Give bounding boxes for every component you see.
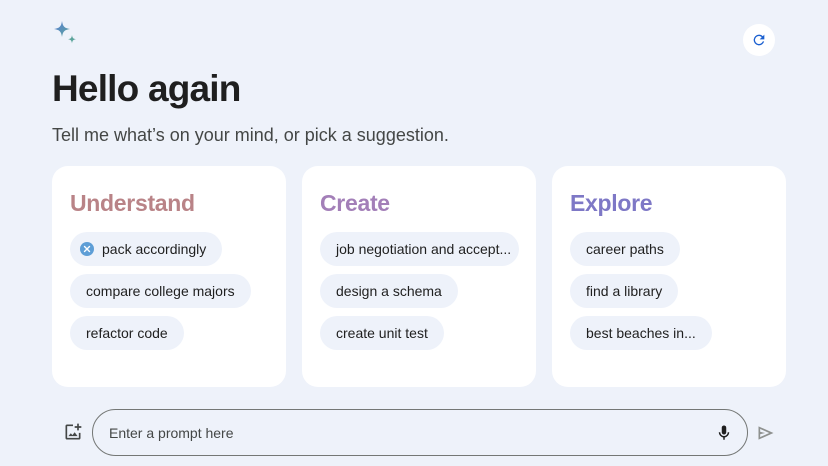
chip-label: job negotiation and accept...: [336, 241, 512, 257]
suggestion-chip[interactable]: job negotiation and accept...: [320, 232, 519, 266]
sparkle-icon: [52, 20, 80, 48]
card-title: Understand: [70, 190, 195, 216]
chip-label: design a schema: [336, 283, 442, 299]
greeting-subtitle: Tell me what’s on your mind, or pick a s…: [52, 125, 449, 145]
microphone-icon: [718, 425, 730, 440]
card-create: Create job negotiation and accept... des…: [302, 166, 536, 387]
send-icon: [758, 426, 774, 440]
suggestion-chip[interactable]: design a schema: [320, 274, 458, 308]
add-image-button[interactable]: [62, 421, 84, 443]
suggestion-chip[interactable]: create unit test: [320, 316, 444, 350]
refresh-button[interactable]: [743, 24, 775, 56]
suggestion-chip[interactable]: career paths: [570, 232, 680, 266]
greeting-title: Hello again: [52, 68, 241, 109]
suggestion-chip[interactable]: pack accordingly: [70, 232, 223, 266]
suggestion-chip[interactable]: best beaches in...: [570, 316, 712, 350]
microphone-button[interactable]: [713, 422, 735, 444]
chip-label: pack accordingly: [102, 241, 207, 257]
add-image-icon: [65, 423, 82, 440]
send-button[interactable]: [755, 422, 777, 444]
chip-label: compare college majors: [86, 283, 235, 299]
close-icon[interactable]: [80, 242, 94, 256]
prompt-bar: [52, 409, 782, 456]
prompt-input[interactable]: [109, 410, 689, 455]
chip-label: create unit test: [336, 325, 428, 341]
suggestion-cards: Understand pack accordingly compare coll…: [52, 166, 786, 387]
card-title: Create: [320, 190, 390, 216]
chip-label: find a library: [586, 283, 663, 299]
chip-label: career paths: [586, 241, 664, 257]
card-understand: Understand pack accordingly compare coll…: [52, 166, 286, 387]
prompt-box: [92, 409, 748, 456]
card-title: Explore: [570, 190, 653, 216]
refresh-icon: [753, 34, 765, 46]
chip-label: best beaches in...: [586, 325, 696, 341]
chip-label: refactor code: [86, 325, 168, 341]
suggestion-chip[interactable]: compare college majors: [70, 274, 251, 308]
card-explore: Explore career paths find a library best…: [552, 166, 786, 387]
suggestion-chip[interactable]: refactor code: [70, 316, 184, 350]
suggestion-chip[interactable]: find a library: [570, 274, 679, 308]
